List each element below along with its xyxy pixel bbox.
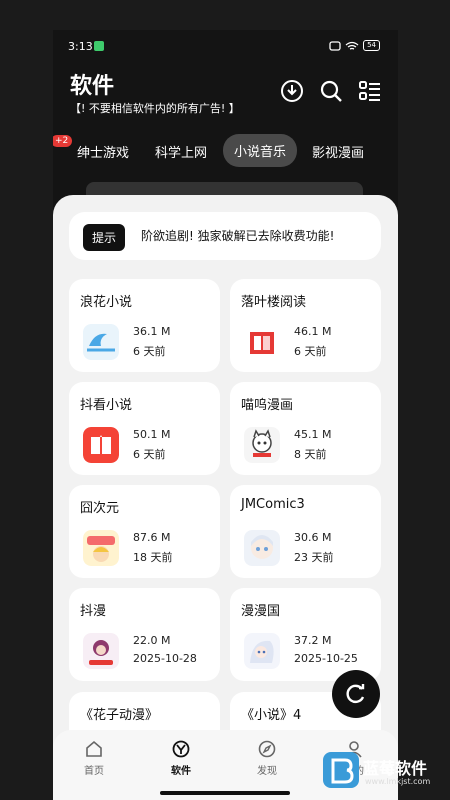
app-date: 6 天前 [294,345,327,358]
screen: 3:13 54 软件 【! 不要相信软件内的所有广告! 】 +2 绅士游戏 科学… [0,0,450,800]
app-name: 浪花小说 [80,295,133,310]
notice-bar: 提示 阶欲追剧! 独家破解已去除收费功能! [69,212,381,260]
nav-discover[interactable]: 发现 [237,740,297,777]
notice-button[interactable]: 提示 [83,224,126,251]
app-card[interactable]: 浪花小说 36.1 M 6 天前 [69,279,220,372]
category-tabs: 绅士游戏 科学上网 小说音乐 影视漫画 [53,133,398,169]
app-name: 抖漫 [80,604,107,619]
app-date: 6 天前 [133,448,166,461]
alarm-icon [329,40,341,51]
page-subtitle: 【! 不要相信软件内的所有广告! 】 [70,102,240,115]
app-name: 抖看小说 [80,398,133,413]
menu-list-icon[interactable] [358,79,382,103]
status-time: 3:13 [68,40,93,53]
watermark-logo-icon [323,752,359,788]
nav-discover-label: 发现 [257,766,277,777]
phone-screen: 3:13 54 软件 【! 不要相信软件内的所有广告! 】 +2 绅士游戏 科学… [53,30,398,800]
app-size: 37.2 M [294,634,332,647]
refresh-icon [346,684,365,704]
app-size: 36.1 M [133,325,171,338]
nav-home-label: 首页 [84,766,104,777]
compass-icon [258,740,276,758]
app-card[interactable]: JMComic3 30.6 M 23 天前 [230,485,381,578]
app-indicator-icon [94,41,104,51]
app-date: 2025-10-28 [133,652,197,665]
app-size: 87.6 M [133,531,171,544]
status-icons: 54 [329,40,380,51]
manmanguo-app-icon [244,633,280,669]
app-size: 22.0 M [133,634,171,647]
page-title: 软件 [70,74,115,99]
app-size: 46.1 M [294,325,332,338]
app-size: 30.6 M [294,531,332,544]
app-date: 18 天前 [133,551,173,564]
jiongciyuan-app-icon [83,530,119,566]
app-name: 漫漫国 [241,604,281,619]
app-card[interactable]: 落叶楼阅读 46.1 M 6 天前 [230,279,381,372]
notice-text: 阶欲追剧! 独家破解已去除收费功能! [141,229,335,243]
watermark: 蓝莓软件 www.lmkjst.com [323,752,450,792]
app-date: 23 天前 [294,551,334,564]
tab-vpn[interactable]: 科学上网 [155,142,207,161]
watermark-url: www.lmkjst.com [365,777,431,786]
nav-software[interactable]: 软件 [151,740,211,777]
nav-software-label: 软件 [171,766,191,777]
search-icon[interactable] [319,79,343,103]
app-card[interactable]: 囧次元 87.6 M 18 天前 [69,485,220,578]
tab-novel-music[interactable]: 小说音乐 [223,134,298,167]
langhua-app-icon [83,324,119,360]
watermark-title: 蓝莓软件 [363,759,428,778]
app-date: 2025-10-25 [294,652,358,665]
app-size: 45.1 M [294,428,332,441]
app-card[interactable]: 抖看小说 50.1 M 6 天前 [69,382,220,475]
app-date: 6 天前 [133,345,166,358]
app-card[interactable]: 抖漫 22.0 M 2025-10-28 [69,588,220,681]
battery-icon: 54 [363,40,380,51]
app-card[interactable]: 漫漫国 37.2 M 2025-10-25 [230,588,381,681]
app-date: 8 天前 [294,448,327,461]
app-name: 囧次元 [80,501,120,516]
app-name: JMComic3 [241,497,305,512]
app-name: 《花子动漫》 [80,708,159,723]
status-bar: 3:13 54 [53,30,398,62]
nav-home[interactable]: 首页 [64,740,124,777]
app-card[interactable]: 喵呜漫画 45.1 M 8 天前 [230,382,381,475]
miaowu-app-icon [244,427,280,463]
wifi-icon [345,41,359,50]
app-name: 《小说》4 [241,708,302,723]
home-indicator [160,791,290,795]
tab-video-comics[interactable]: 影视漫画 [312,142,364,161]
jmcomic-app-icon [244,530,280,566]
tab-shenshi-games[interactable]: 绅士游戏 [77,142,129,161]
software-icon [172,740,190,758]
app-size: 50.1 M [133,428,171,441]
app-name: 喵呜漫画 [241,398,294,413]
home-icon [86,740,102,757]
refresh-button[interactable] [332,670,380,718]
download-icon[interactable] [280,79,304,103]
doukan-app-icon [83,427,119,463]
luoye-app-icon [244,324,280,360]
douman-app-icon [83,633,119,669]
app-name: 落叶楼阅读 [241,295,307,310]
